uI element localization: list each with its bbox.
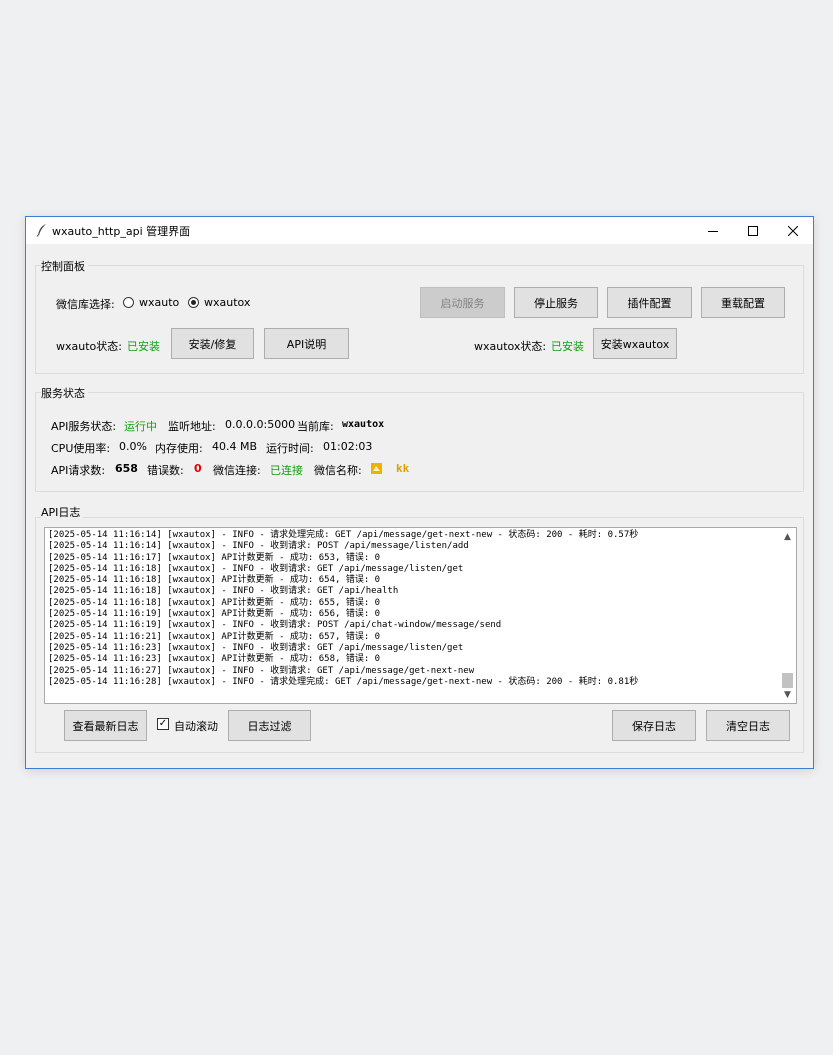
window-title: wxauto_http_api 管理界面 (52, 225, 191, 238)
log-line: [2025-05-14 11:16:18] [wxautox] API计数更新 … (48, 575, 381, 586)
maximize-icon (748, 225, 758, 236)
service-status-label: 服务状态 (41, 385, 88, 401)
listen-address-label: 监听地址: (168, 420, 216, 433)
radio-wxauto[interactable] (123, 297, 134, 308)
log-scrollbar[interactable]: ▲ ▼ (779, 528, 796, 703)
wxautox-status-label: wxautox状态: (474, 340, 547, 353)
log-line: [2025-05-14 11:16:27] [wxautox] - INFO -… (48, 665, 475, 676)
log-line: [2025-05-14 11:16:17] [wxautox] API计数更新 … (48, 552, 381, 563)
log-line: [2025-05-14 11:16:18] [wxautox] - INFO -… (48, 563, 464, 574)
install-wxautox-button[interactable]: 安装wxautox (593, 328, 677, 359)
log-line: [2025-05-14 11:16:28] [wxautox] - INFO -… (48, 676, 639, 687)
log-lines: [2025-05-14 11:16:14] [wxautox] - INFO -… (48, 530, 778, 688)
error-count-label: 错误数: (147, 464, 184, 477)
log-line: [2025-05-14 11:16:18] [wxautox] API计数更新 … (48, 597, 381, 608)
request-count-value: 658 (115, 462, 138, 475)
radio-wxautox[interactable] (188, 297, 199, 308)
api-doc-button[interactable]: API说明 (264, 328, 349, 359)
api-log-label: API日志 (41, 504, 84, 520)
error-count-value: 0 (194, 462, 202, 475)
log-line: [2025-05-14 11:16:23] [wxautox] API计数更新 … (48, 654, 381, 665)
stop-service-button[interactable]: 停止服务 (514, 287, 598, 318)
log-filter-button[interactable]: 日志过滤 (228, 710, 311, 741)
log-line: [2025-05-14 11:16:14] [wxautox] - INFO -… (48, 530, 639, 540)
api-status-label: API服务状态: (51, 420, 117, 433)
auto-scroll-label[interactable]: 自动滚动 (174, 718, 218, 734)
cpu-value: 0.0% (119, 440, 147, 453)
log-textarea[interactable]: [2025-05-14 11:16:14] [wxautox] - INFO -… (44, 527, 797, 704)
log-line: [2025-05-14 11:16:14] [wxautox] - INFO -… (48, 541, 469, 552)
minimize-button[interactable] (693, 217, 733, 244)
log-line: [2025-05-14 11:16:19] [wxautox] API计数更新 … (48, 609, 381, 620)
uptime-label: 运行时间: (266, 442, 314, 455)
log-line: [2025-05-14 11:16:23] [wxautox] - INFO -… (48, 642, 464, 653)
install-repair-button[interactable]: 安装/修复 (171, 328, 254, 359)
feather-icon (35, 223, 49, 237)
wxauto-status-label: wxauto状态: (56, 340, 122, 353)
scroll-down-icon[interactable]: ▼ (779, 686, 796, 703)
auto-scroll-checkbox[interactable]: ✓ (157, 718, 169, 730)
listen-address-value: 0.0.0.0:5000 (225, 418, 296, 431)
reload-config-button[interactable]: 重载配置 (701, 287, 785, 318)
title-bar[interactable]: wxauto_http_api 管理界面 (26, 217, 813, 244)
radio-wxautox-label[interactable]: wxautox (204, 296, 250, 309)
uptime-value: 01:02:03 (323, 440, 373, 453)
wechat-connection-value: 已连接 (270, 464, 303, 477)
control-panel-label: 控制面板 (41, 258, 88, 274)
current-lib-value: wxautox (342, 419, 385, 430)
log-line: [2025-05-14 11:16:21] [wxautox] API计数更新 … (48, 631, 381, 642)
cpu-label: CPU使用率: (51, 442, 111, 455)
current-lib-label: 当前库: (297, 420, 334, 433)
clear-log-button[interactable]: 清空日志 (706, 710, 790, 741)
log-line: [2025-05-14 11:16:19] [wxautox] - INFO -… (48, 620, 502, 631)
api-status-value: 运行中 (124, 420, 157, 433)
control-panel-group (35, 265, 804, 374)
wechat-connection-label: 微信连接: (213, 464, 261, 477)
plugin-config-button[interactable]: 插件配置 (607, 287, 692, 318)
close-icon (788, 225, 798, 236)
memory-value: 40.4 MB (212, 440, 258, 453)
wechat-name-value: kk (396, 462, 410, 475)
save-log-button[interactable]: 保存日志 (612, 710, 696, 741)
memory-label: 内存使用: (155, 442, 203, 455)
radio-wxauto-label[interactable]: wxauto (139, 296, 179, 309)
maximize-button[interactable] (733, 217, 773, 244)
scroll-up-icon[interactable]: ▲ (779, 528, 796, 545)
wxautox-status-value: 已安装 (551, 340, 584, 353)
log-line: [2025-05-14 11:16:18] [wxautox] - INFO -… (48, 586, 399, 597)
minimize-icon (708, 230, 718, 232)
start-service-button[interactable]: 启动服务 (420, 287, 505, 318)
main-window: wxauto_http_api 管理界面 控制面板 微信库选择: wxauto … (25, 216, 814, 769)
request-count-label: API请求数: (51, 464, 106, 477)
lib-select-label: 微信库选择: (56, 298, 115, 311)
wxauto-status-value: 已安装 (127, 340, 160, 353)
close-button[interactable] (773, 217, 813, 244)
view-latest-log-button[interactable]: 查看最新日志 (64, 710, 147, 741)
wechat-name-label: 微信名称: (314, 464, 362, 477)
wechat-avatar-icon (371, 463, 382, 477)
